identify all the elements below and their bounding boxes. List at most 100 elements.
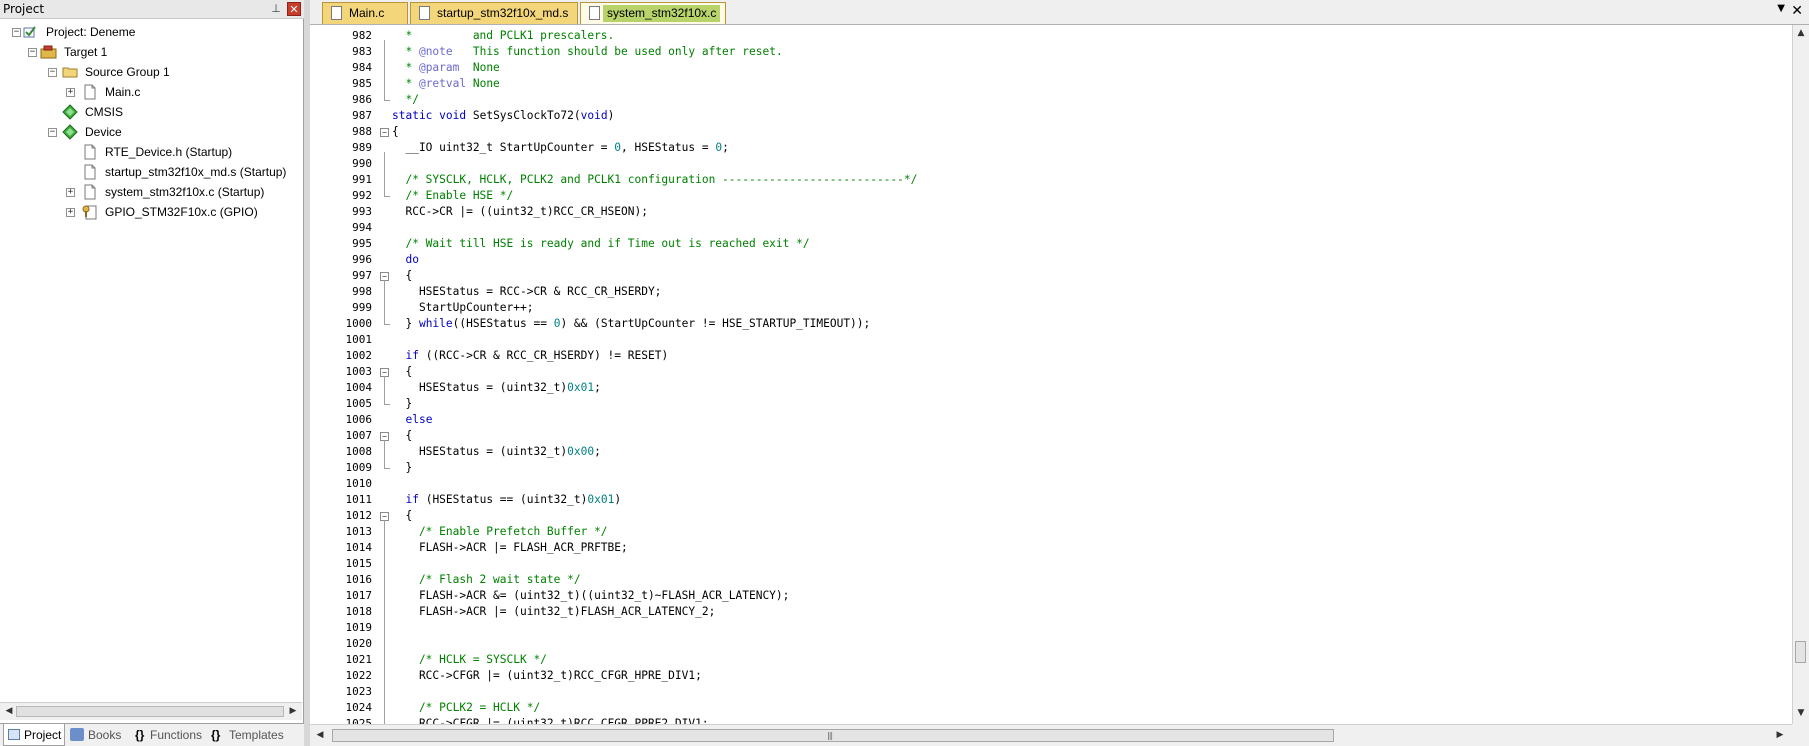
project-tab-icon (8, 729, 20, 740)
fold-guide-end (384, 100, 390, 101)
code-line[interactable]: } (392, 396, 412, 412)
code-line[interactable]: HSEStatus = RCC->CR & RCC_CR_HSERDY; (392, 284, 661, 300)
code-line[interactable]: { (392, 268, 412, 284)
collapse-icon[interactable]: − (48, 68, 57, 77)
code-line[interactable]: * @param None (392, 60, 499, 76)
tree-item[interactable]: − Project: Deneme (0, 22, 300, 42)
line-number: 997 (352, 269, 372, 282)
project-horizontal-scrollbar[interactable]: ◀ ▶ (0, 702, 302, 720)
fold-collapse-icon[interactable]: − (380, 128, 389, 137)
scroll-up-icon[interactable]: ▲ (1795, 27, 1807, 39)
code-editor[interactable]: 982 983 984 985 986 987 988 989 990 991 992 993 994 9… (310, 25, 1792, 724)
code-line[interactable]: RCC->CFGR |= (uint32_t)RCC_CFGR_HPRE_DIV… (392, 668, 702, 684)
code-line[interactable]: /* Wait till HSE is ready and if Time ou… (392, 236, 809, 252)
code-line[interactable]: RCC->CR |= ((uint32_t)RCC_CR_HSEON); (392, 204, 647, 220)
tree-item[interactable]: + system_stm32f10x.c (Startup) (0, 182, 300, 202)
tab-templates-label: Templates (229, 728, 284, 742)
editor-vertical-scrollbar[interactable]: ▲ ▼ (1792, 25, 1809, 724)
scroll-left-icon[interactable]: ◀ (2, 705, 16, 718)
scroll-left-icon[interactable]: ◀ (314, 729, 326, 741)
code-line[interactable]: StartUpCounter++; (392, 300, 534, 316)
tab-functions-label: Functions (150, 728, 203, 742)
code-line[interactable]: FLASH->ACR |= (uint32_t)FLASH_ACR_LATENC… (392, 604, 715, 620)
tab-books[interactable]: Books (68, 724, 130, 746)
tab-main-c[interactable]: Main.c (322, 2, 408, 24)
code-line[interactable]: * and PCLK1 prescalers. (392, 28, 614, 44)
code-line[interactable]: HSEStatus = (uint32_t)0x00; (392, 444, 601, 460)
code-line[interactable]: } (392, 460, 412, 476)
close-icon[interactable]: ✕ (1791, 2, 1803, 20)
collapse-icon[interactable]: − (12, 28, 21, 37)
code-line[interactable]: do (392, 252, 418, 268)
expand-icon[interactable]: + (66, 188, 75, 197)
code-line[interactable]: FLASH->ACR &= (uint32_t)((uint32_t)~FLAS… (392, 588, 789, 604)
code-line[interactable]: /* Flash 2 wait state */ (392, 572, 581, 588)
tree-item[interactable]: − Device (0, 122, 300, 142)
code-line[interactable]: if ((RCC->CR & RCC_CR_HSERDY) != RESET) (392, 348, 668, 364)
scroll-right-icon[interactable]: ▶ (1774, 729, 1786, 741)
line-number: 985 (352, 77, 372, 90)
project-icon (22, 24, 38, 40)
tab-books-label: Books (88, 728, 122, 742)
scroll-down-icon[interactable]: ▼ (1795, 707, 1807, 719)
line-number: 994 (352, 221, 372, 234)
code-line[interactable]: static void SetSysClockTo72(void) (392, 108, 614, 124)
code-line[interactable]: { (392, 364, 412, 380)
tree-item-label: startup_stm32f10x_md.s (Startup) (105, 165, 287, 179)
line-number: 983 (352, 45, 372, 58)
line-number: 989 (352, 141, 372, 154)
code-line[interactable]: FLASH->ACR |= FLASH_ACR_PRFTBE; (392, 540, 628, 556)
tab-project[interactable]: Project (3, 724, 65, 746)
tab-templates[interactable]: {} Templates (209, 724, 289, 746)
code-line[interactable]: { (392, 428, 412, 444)
tree-item[interactable]: + Main.c (0, 82, 300, 102)
tree-item[interactable]: − Source Group 1 (0, 62, 300, 82)
code-line[interactable]: * @retval None (392, 76, 499, 92)
tree-item[interactable]: CMSIS (0, 102, 300, 122)
code-line[interactable]: } while((HSEStatus == 0) && (StartUpCoun… (392, 316, 870, 332)
collapse-icon[interactable]: − (48, 128, 57, 137)
scroll-thumb[interactable] (1795, 641, 1806, 663)
code-line[interactable]: else (392, 412, 432, 428)
scroll-right-icon[interactable]: ▶ (286, 705, 300, 718)
scroll-thumb[interactable] (332, 729, 1334, 742)
line-number: 1011 (345, 493, 373, 506)
component-icon (62, 124, 78, 140)
tab-functions[interactable]: {} Functions (133, 724, 205, 746)
tab-startup-s[interactable]: startup_stm32f10x_md.s (410, 2, 578, 24)
expand-icon[interactable]: + (66, 88, 75, 97)
code-line[interactable]: { (392, 124, 399, 140)
code-line[interactable]: /* PCLK2 = HCLK */ (392, 700, 540, 716)
file-icon (82, 144, 98, 160)
chevron-down-icon[interactable]: ▼ (1777, 3, 1785, 14)
code-line[interactable]: if (HSEStatus == (uint32_t)0x01) (392, 492, 621, 508)
file-key-icon (82, 204, 98, 220)
code-line[interactable]: /* Enable Prefetch Buffer */ (392, 524, 608, 540)
code-line[interactable]: /* Enable HSE */ (392, 188, 513, 204)
close-icon[interactable]: ✕ (287, 2, 301, 16)
books-icon (70, 728, 84, 741)
tab-label: system_stm32f10x.c (603, 5, 721, 22)
code-line[interactable]: * @note This function should be used onl… (392, 44, 782, 60)
editor-horizontal-scrollbar[interactable]: ◀ ||| ▶ (310, 724, 1792, 746)
scroll-thumb[interactable] (16, 706, 284, 717)
line-number: 1023 (345, 685, 373, 698)
code-line[interactable]: RCC->CFGR |= (uint32_t)RCC_CFGR_PPRE2_DI… (392, 716, 709, 724)
code-line[interactable]: /* SYSCLK, HCLK, PCLK2 and PCLK1 configu… (392, 172, 917, 188)
tree-item[interactable]: RTE_Device.h (Startup) (0, 142, 300, 162)
code-line[interactable]: /* HCLK = SYSCLK */ (392, 652, 547, 668)
tree-item[interactable]: + GPIO_STM32F10x.c (GPIO) (0, 202, 300, 222)
line-number: 1009 (345, 461, 373, 474)
tree-item[interactable]: − Target 1 (0, 42, 300, 62)
tree-item[interactable]: startup_stm32f10x_md.s (Startup) (0, 162, 300, 182)
collapse-icon[interactable]: − (28, 48, 37, 57)
pin-icon[interactable]: ⊥ (270, 2, 282, 16)
tab-system-c[interactable]: system_stm32f10x.c (580, 2, 726, 24)
code-line[interactable]: __IO uint32_t StartUpCounter = 0, HSESta… (392, 140, 728, 156)
code-line[interactable]: { (392, 508, 412, 524)
line-number: 1014 (345, 541, 373, 554)
expand-icon[interactable]: + (66, 208, 75, 217)
code-line[interactable]: HSEStatus = (uint32_t)0x01; (392, 380, 601, 396)
line-number: 1021 (345, 653, 373, 666)
code-line[interactable]: */ (392, 92, 418, 108)
